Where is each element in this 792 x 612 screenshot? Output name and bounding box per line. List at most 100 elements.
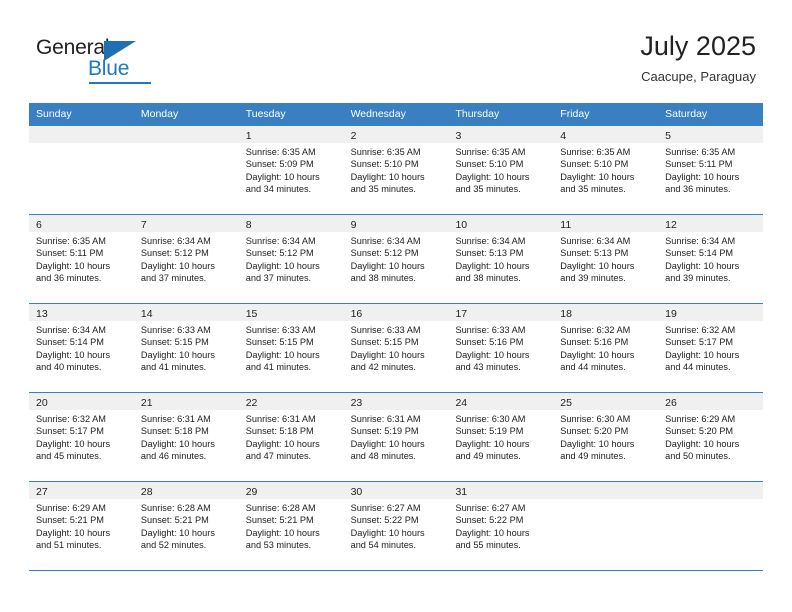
day-sun-info: Sunrise: 6:35 AM Sunset: 5:10 PM Daylight:… xyxy=(553,143,658,196)
calendar-day-cell[interactable]: 4 Sunrise: 6:35 AM Sunset: 5:10 PM Daylight… xyxy=(553,126,659,214)
daylight-text-line1: Daylight: 10 hours xyxy=(245,171,320,182)
calendar-day-cell[interactable]: 28 Sunrise: 6:28 AM Sunset: 5:21 PM Dayligh… xyxy=(133,482,239,570)
general-blue-logo[interactable]: General Blue xyxy=(36,36,166,84)
sunset-text: Sunset: 5:18 PM xyxy=(245,426,314,437)
day-sun-info: Sunrise: 6:34 AM Sunset: 5:12 PM Daylight:… xyxy=(239,232,344,285)
calendar-day-cell[interactable]: 22 Sunrise: 6:31 AM Sunset: 5:18 PM Dayligh… xyxy=(238,393,344,481)
day-number-strip: 9 xyxy=(343,215,449,232)
day-number-strip: 21 xyxy=(133,393,239,410)
calendar-day-cell[interactable]: 27 Sunrise: 6:29 AM Sunset: 5:21 PM Dayligh… xyxy=(29,482,134,570)
sunset-text: Sunset: 5:12 PM xyxy=(140,248,209,259)
calendar-day-cell[interactable]: 21 Sunrise: 6:31 AM Sunset: 5:18 PM Dayligh… xyxy=(133,393,239,481)
daylight-text-line2: and 39 minutes. xyxy=(560,273,626,284)
daylight-text-line1: Daylight: 10 hours xyxy=(665,171,740,182)
day-number: 23 xyxy=(350,397,363,409)
calendar-day-cell[interactable]: 31 Sunrise: 6:27 AM Sunset: 5:22 PM Dayligh… xyxy=(448,482,554,570)
sunrise-text: Sunrise: 6:30 AM xyxy=(455,414,526,424)
day-number: 30 xyxy=(350,486,363,498)
day-number-strip: 18 xyxy=(553,304,659,321)
day-number: 4 xyxy=(560,130,567,142)
calendar-day-cell[interactable]: 9 Sunrise: 6:34 AM Sunset: 5:12 PM Daylight… xyxy=(343,215,449,303)
day-sun-info: Sunrise: 6:35 AM Sunset: 5:10 PM Daylight:… xyxy=(448,143,553,196)
calendar-day-cell[interactable]: 26 Sunrise: 6:29 AM Sunset: 5:20 PM Dayligh… xyxy=(658,393,764,481)
day-number: 16 xyxy=(350,308,363,320)
calendar-day-cell-empty xyxy=(133,126,239,214)
sunrise-text: Sunrise: 6:34 AM xyxy=(36,325,106,335)
calendar-day-cell[interactable]: 11 Sunrise: 6:34 AM Sunset: 5:13 PM Dayligh… xyxy=(553,215,659,303)
calendar-weeks: 1 Sunrise: 6:35 AM Sunset: 5:09 PM Daylight… xyxy=(29,125,764,571)
sunrise-text: Sunrise: 6:34 AM xyxy=(560,236,631,246)
day-number-strip: 23 xyxy=(343,393,449,410)
calendar-day-cell[interactable]: 8 Sunrise: 6:34 AM Sunset: 5:12 PM Daylight… xyxy=(238,215,344,303)
calendar-day-cell[interactable]: 17 Sunrise: 6:33 AM Sunset: 5:16 PM Dayligh… xyxy=(448,304,554,392)
day-number: 25 xyxy=(560,397,572,409)
daylight-text-line2: and 41 minutes. xyxy=(140,362,207,373)
day-number-strip: 31 xyxy=(448,482,554,499)
sunrise-text: Sunrise: 6:29 AM xyxy=(36,503,106,513)
daylight-text-line2: and 51 minutes. xyxy=(36,540,102,551)
day-number-strip: 16 xyxy=(343,304,449,321)
day-number: 18 xyxy=(560,308,572,320)
daylight-text-line2: and 48 minutes. xyxy=(350,451,416,462)
calendar-day-cell[interactable]: 30 Sunrise: 6:27 AM Sunset: 5:22 PM Dayligh… xyxy=(343,482,449,570)
day-sun-info: Sunrise: 6:31 AM Sunset: 5:18 PM Daylight:… xyxy=(239,410,344,463)
calendar-day-cell[interactable]: 3 Sunrise: 6:35 AM Sunset: 5:10 PM Daylight… xyxy=(448,126,554,214)
day-sun-info: Sunrise: 6:30 AM Sunset: 5:19 PM Daylight:… xyxy=(448,410,553,463)
daylight-text-line2: and 55 minutes. xyxy=(455,540,521,551)
calendar-day-cell[interactable]: 13 Sunrise: 6:34 AM Sunset: 5:14 PM Dayligh… xyxy=(29,304,134,392)
sunrise-text: Sunrise: 6:35 AM xyxy=(350,147,421,157)
calendar-day-cell[interactable]: 7 Sunrise: 6:34 AM Sunset: 5:12 PM Daylight… xyxy=(133,215,239,303)
page-header: General Blue July 2025 Caacupe, Paraguay xyxy=(0,0,792,103)
sunset-text: Sunset: 5:14 PM xyxy=(665,248,734,259)
sunrise-text: Sunrise: 6:34 AM xyxy=(140,236,211,246)
calendar-day-cell[interactable]: 29 Sunrise: 6:28 AM Sunset: 5:21 PM Dayligh… xyxy=(238,482,344,570)
day-number-strip: 1 xyxy=(238,126,344,143)
calendar-day-cell[interactable]: 24 Sunrise: 6:30 AM Sunset: 5:19 PM Dayligh… xyxy=(448,393,554,481)
day-sun-info: Sunrise: 6:34 AM Sunset: 5:12 PM Daylight:… xyxy=(134,232,239,285)
day-number: 15 xyxy=(245,308,258,320)
calendar-day-cell[interactable]: 18 Sunrise: 6:32 AM Sunset: 5:16 PM Dayligh… xyxy=(553,304,659,392)
calendar-day-cell[interactable]: 10 Sunrise: 6:34 AM Sunset: 5:13 PM Dayligh… xyxy=(448,215,554,303)
daylight-text-line2: and 47 minutes. xyxy=(245,451,312,462)
sunrise-text: Sunrise: 6:28 AM xyxy=(140,503,211,513)
calendar-day-cell[interactable]: 16 Sunrise: 6:33 AM Sunset: 5:15 PM Dayligh… xyxy=(343,304,449,392)
day-number-strip: 28 xyxy=(133,482,239,499)
day-sun-info: Sunrise: 6:34 AM Sunset: 5:12 PM Daylight:… xyxy=(344,232,449,285)
daylight-text-line2: and 40 minutes. xyxy=(36,362,102,373)
calendar-day-cell[interactable]: 12 Sunrise: 6:34 AM Sunset: 5:14 PM Dayligh… xyxy=(658,215,764,303)
daylight-text-line1: Daylight: 10 hours xyxy=(455,438,530,449)
day-number: 13 xyxy=(36,308,48,320)
day-number-strip: 22 xyxy=(238,393,344,410)
calendar-day-cell[interactable]: 23 Sunrise: 6:31 AM Sunset: 5:19 PM Dayligh… xyxy=(343,393,449,481)
calendar-day-cell[interactable]: 14 Sunrise: 6:33 AM Sunset: 5:15 PM Dayligh… xyxy=(133,304,239,392)
daylight-text-line2: and 38 minutes. xyxy=(455,273,521,284)
calendar-day-cell-empty xyxy=(29,126,134,214)
sunrise-text: Sunrise: 6:30 AM xyxy=(560,414,631,424)
daylight-text-line2: and 36 minutes. xyxy=(665,184,731,195)
calendar-day-cell[interactable]: 19 Sunrise: 6:32 AM Sunset: 5:17 PM Dayligh… xyxy=(658,304,764,392)
daylight-text-line1: Daylight: 10 hours xyxy=(350,171,425,182)
calendar-day-cell[interactable]: 1 Sunrise: 6:35 AM Sunset: 5:09 PM Daylight… xyxy=(238,126,344,214)
day-sun-info: Sunrise: 6:32 AM Sunset: 5:17 PM Daylight:… xyxy=(29,410,134,463)
calendar-day-cell[interactable]: 5 Sunrise: 6:35 AM Sunset: 5:11 PM Daylight… xyxy=(658,126,764,214)
day-number: 24 xyxy=(455,397,468,409)
calendar-day-cell[interactable]: 2 Sunrise: 6:35 AM Sunset: 5:10 PM Daylight… xyxy=(343,126,449,214)
daylight-text-line1: Daylight: 10 hours xyxy=(560,260,635,271)
calendar-day-cell[interactable]: 6 Sunrise: 6:35 AM Sunset: 5:11 PM Daylight… xyxy=(29,215,134,303)
calendar-day-cell[interactable]: 25 Sunrise: 6:30 AM Sunset: 5:20 PM Dayligh… xyxy=(553,393,659,481)
calendar-day-cell[interactable]: 20 Sunrise: 6:32 AM Sunset: 5:17 PM Dayligh… xyxy=(29,393,134,481)
day-number-strip: 30 xyxy=(343,482,449,499)
logo-underline xyxy=(89,82,151,84)
day-number-strip: 6 xyxy=(29,215,134,232)
sunrise-text: Sunrise: 6:33 AM xyxy=(350,325,421,335)
day-number-strip: 27 xyxy=(29,482,134,499)
daylight-text-line1: Daylight: 10 hours xyxy=(245,349,320,360)
calendar-day-cell[interactable]: 15 Sunrise: 6:33 AM Sunset: 5:15 PM Dayligh… xyxy=(238,304,344,392)
day-number: 7 xyxy=(140,219,147,231)
sunset-text: Sunset: 5:20 PM xyxy=(560,426,629,437)
daylight-text-line2: and 44 minutes. xyxy=(560,362,626,373)
sunrise-text: Sunrise: 6:35 AM xyxy=(455,147,526,157)
sunrise-text: Sunrise: 6:34 AM xyxy=(665,236,736,246)
daylight-text-line1: Daylight: 10 hours xyxy=(560,438,635,449)
day-number: 10 xyxy=(455,219,468,231)
